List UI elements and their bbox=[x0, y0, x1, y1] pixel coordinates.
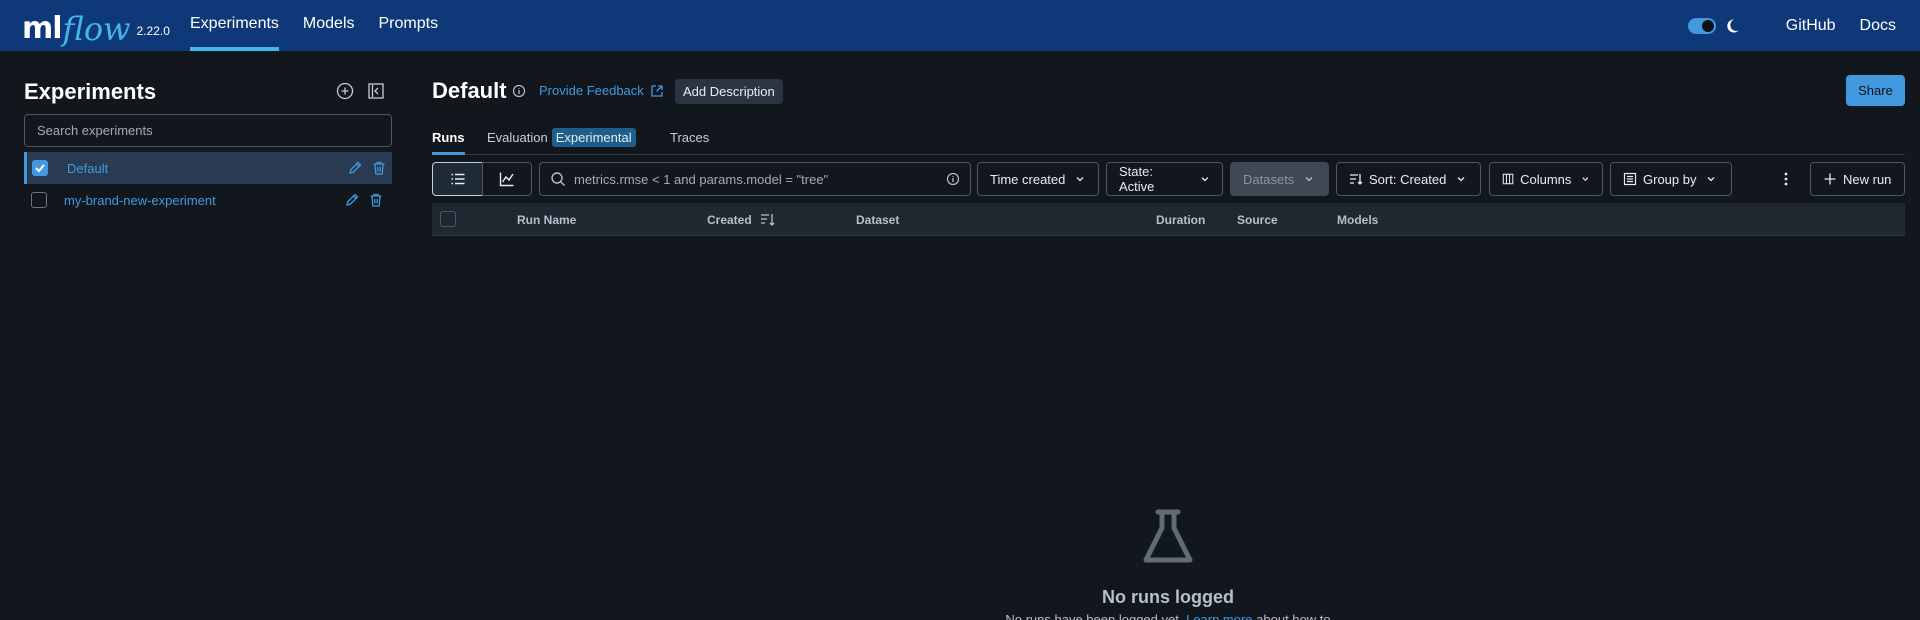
moon-icon bbox=[1727, 18, 1739, 32]
add-description-button[interactable]: Add Description bbox=[675, 79, 783, 104]
select-all-checkbox[interactable] bbox=[440, 211, 456, 227]
delete-icon[interactable] bbox=[371, 160, 387, 176]
col-run-name[interactable]: Run Name bbox=[517, 213, 576, 227]
col-source[interactable]: Source bbox=[1237, 213, 1278, 227]
time-created-dropdown[interactable]: Time created bbox=[977, 162, 1099, 196]
experiment-title: Default bbox=[432, 78, 507, 103]
chart-line-icon bbox=[499, 172, 514, 187]
docs-link[interactable]: Docs bbox=[1860, 17, 1896, 35]
top-navigation-bar: ml flow 2.22.0 Experiments Models Prompt… bbox=[0, 0, 1920, 51]
edit-icon[interactable] bbox=[347, 160, 363, 176]
sort-descending-icon bbox=[760, 214, 775, 226]
group-by-label: Group by bbox=[1643, 171, 1697, 187]
experiment-tabs: Runs Evaluation Experimental Traces bbox=[432, 128, 1905, 155]
version-label: 2.22.0 bbox=[136, 24, 170, 38]
list-icon bbox=[451, 173, 464, 185]
external-link-icon bbox=[651, 84, 663, 97]
chevron-down-icon bbox=[1457, 177, 1465, 182]
runs-toolbar: Time created State: Active Datasets Sort… bbox=[432, 162, 1905, 196]
info-icon[interactable] bbox=[512, 84, 526, 98]
search-icon bbox=[551, 172, 565, 186]
tab-evaluation[interactable]: Evaluation Experimental bbox=[487, 128, 636, 155]
collapse-sidebar-icon[interactable] bbox=[367, 82, 385, 100]
group-by-dropdown[interactable]: Group by bbox=[1610, 162, 1732, 196]
more-options-icon[interactable] bbox=[1778, 171, 1794, 187]
new-run-label: New run bbox=[1843, 171, 1892, 187]
info-icon[interactable] bbox=[946, 172, 960, 186]
provide-feedback-link[interactable]: Provide Feedback bbox=[539, 83, 664, 98]
github-link[interactable]: GitHub bbox=[1786, 17, 1836, 35]
mlflow-logo[interactable]: ml flow 2.22.0 bbox=[22, 2, 170, 48]
experiment-name[interactable]: my-brand-new-experiment bbox=[64, 193, 216, 208]
run-search-box[interactable] bbox=[539, 162, 971, 196]
experiment-name[interactable]: Default bbox=[67, 161, 108, 176]
experimental-badge: Experimental bbox=[551, 128, 636, 147]
col-dataset[interactable]: Dataset bbox=[856, 213, 899, 227]
empty-desc-prefix: No runs have been logged yet. bbox=[1005, 612, 1187, 620]
delete-icon[interactable] bbox=[368, 192, 384, 208]
col-created[interactable]: Created bbox=[707, 213, 776, 227]
datasets-dropdown[interactable]: Datasets bbox=[1230, 162, 1329, 196]
empty-state-description: No runs have been logged yet. Learn more… bbox=[900, 612, 1436, 620]
chart-view-button[interactable] bbox=[482, 162, 532, 196]
chevron-down-icon bbox=[1076, 177, 1084, 182]
main-nav: Experiments Models Prompts bbox=[190, 0, 462, 51]
nav-prompts[interactable]: Prompts bbox=[379, 0, 439, 51]
columns-icon bbox=[1502, 173, 1514, 185]
run-search-input[interactable] bbox=[574, 171, 946, 187]
sort-icon bbox=[1350, 174, 1363, 185]
tab-runs[interactable]: Runs bbox=[432, 128, 465, 155]
logo-flow-text: flow bbox=[62, 10, 131, 48]
nav-models[interactable]: Models bbox=[303, 0, 355, 51]
dark-mode-toggle[interactable] bbox=[1687, 17, 1716, 34]
chevron-down-icon bbox=[1582, 177, 1589, 182]
check-icon bbox=[35, 164, 45, 173]
experiment-checkbox[interactable] bbox=[31, 192, 47, 208]
empty-desc-suffix: about how to bbox=[1252, 612, 1331, 620]
edit-icon[interactable] bbox=[344, 192, 360, 208]
group-by-icon bbox=[1623, 172, 1637, 186]
chevron-down-icon bbox=[1708, 177, 1715, 182]
logo-ml-text: ml bbox=[22, 11, 63, 46]
beaker-icon bbox=[1143, 509, 1193, 563]
state-label: State: Active bbox=[1119, 164, 1155, 194]
columns-dropdown[interactable]: Columns bbox=[1489, 162, 1603, 196]
sort-label: Sort: Created bbox=[1369, 171, 1447, 187]
columns-label: Columns bbox=[1520, 171, 1572, 187]
sidebar-title: Experiments bbox=[24, 79, 157, 104]
learn-more-link[interactable]: Learn more bbox=[1186, 612, 1252, 620]
col-duration[interactable]: Duration bbox=[1156, 213, 1205, 227]
col-created-label: Created bbox=[707, 213, 752, 227]
datasets-label: Datasets bbox=[1243, 171, 1295, 187]
chevron-down-icon bbox=[1305, 177, 1313, 182]
state-dropdown[interactable]: State: Active bbox=[1106, 162, 1223, 196]
search-experiments-input[interactable] bbox=[24, 114, 392, 147]
tab-traces[interactable]: Traces bbox=[670, 128, 709, 155]
col-models[interactable]: Models bbox=[1337, 213, 1378, 227]
provide-feedback-label: Provide Feedback bbox=[539, 83, 644, 98]
empty-state-title: No runs logged bbox=[1102, 587, 1234, 607]
tab-evaluation-label: Evaluation bbox=[487, 130, 548, 145]
sort-dropdown[interactable]: Sort: Created bbox=[1336, 162, 1481, 196]
new-run-button[interactable]: New run bbox=[1810, 162, 1905, 196]
add-experiment-icon[interactable] bbox=[336, 82, 354, 100]
time-created-label: Time created bbox=[990, 171, 1066, 187]
nav-experiments[interactable]: Experiments bbox=[190, 0, 279, 51]
table-view-button[interactable] bbox=[432, 162, 483, 196]
experiment-checkbox[interactable] bbox=[32, 160, 48, 176]
share-button[interactable]: Share bbox=[1846, 75, 1905, 106]
runs-table-header: Run Name Created Dataset Duration Source… bbox=[432, 203, 1905, 236]
experiment-item-default[interactable]: Default bbox=[24, 152, 392, 184]
header-right: GitHub Docs bbox=[1687, 0, 1896, 51]
chevron-down-icon bbox=[1201, 177, 1209, 182]
plus-icon bbox=[1824, 173, 1836, 185]
experiment-list: Default my-brand-new-experiment bbox=[24, 152, 392, 216]
experiment-item-my-brand-new-experiment[interactable]: my-brand-new-experiment bbox=[24, 184, 392, 216]
